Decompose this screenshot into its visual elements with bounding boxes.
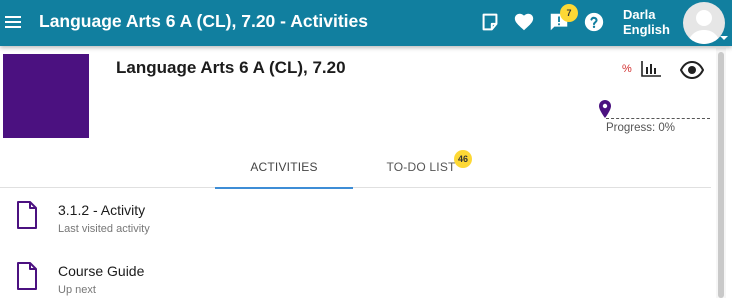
menu-icon[interactable] [5,13,23,31]
user-first-name: Darla [623,7,656,22]
stats-chart-icon[interactable] [641,61,661,77]
scrollbar-thumb[interactable] [718,52,724,298]
avatar[interactable] [683,2,725,44]
eye-icon[interactable] [679,60,705,80]
user-name[interactable]: Darla English [623,7,678,37]
heart-icon[interactable] [513,11,535,33]
list-item[interactable]: 3.1.2 - Activity Last visited activity [0,196,711,252]
document-icon [16,201,38,229]
list-item-title: Course Guide [58,263,145,279]
progress-label: Progress: 0% [606,122,676,134]
list-item[interactable]: Course Guide Up next [0,257,711,302]
percent-icon[interactable]: % [622,63,632,75]
list-item-subtitle: Up next [58,284,96,296]
app-title: Language Arts 6 A (CL), 7.20 - Activitie… [39,11,369,31]
list-item-title: 3.1.2 - Activity [58,202,146,218]
course-title: Language Arts 6 A (CL), 7.20 [116,58,346,77]
user-last-name: English [623,22,670,37]
document-icon [16,262,38,290]
help-icon[interactable] [583,11,605,33]
list-item-subtitle: Last visited activity [58,223,150,235]
chevron-down-icon[interactable] [720,36,728,40]
top-app-bar: Language Arts 6 A (CL), 7.20 - Activitie… [0,0,732,46]
tab-activities[interactable]: ACTIVITIES [215,150,353,189]
sticky-note-icon[interactable] [479,11,501,33]
notification-count-badge: 7 [560,4,578,22]
tab-bar: ACTIVITIES TO-DO LIST [0,150,711,189]
progress-bar [606,118,710,119]
scrollbar[interactable] [716,48,726,298]
map-pin-icon [599,100,611,118]
todo-count-badge: 46 [454,150,472,168]
course-image [3,54,89,138]
